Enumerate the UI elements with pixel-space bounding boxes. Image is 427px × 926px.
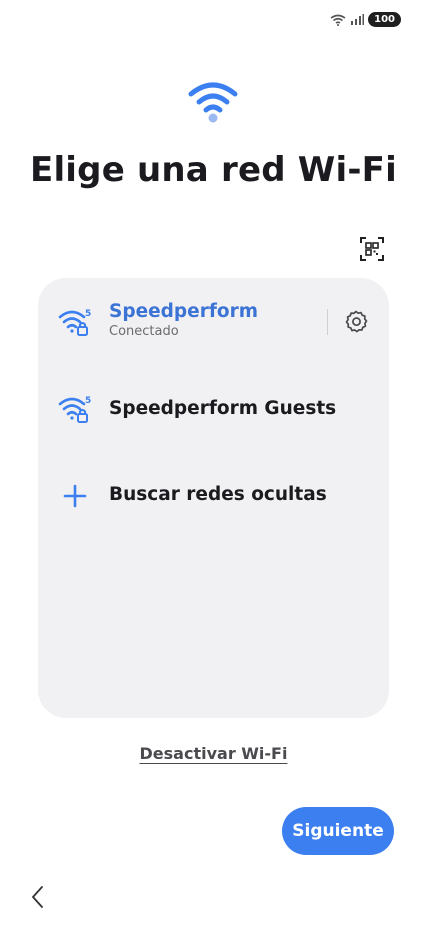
wifi-5ghz-locked-icon: 5 bbox=[58, 309, 91, 336]
network-name: Speedperform Guests bbox=[109, 398, 337, 419]
status-bar: 100 bbox=[330, 12, 401, 27]
network-text: Speedperform Conectado bbox=[109, 301, 258, 339]
hidden-networks-text: Buscar redes ocultas bbox=[109, 484, 327, 505]
network-settings-button[interactable] bbox=[341, 307, 371, 337]
status-wifi-icon bbox=[330, 14, 346, 26]
hidden-networks-label: Buscar redes ocultas bbox=[109, 484, 327, 505]
svg-text:5: 5 bbox=[85, 396, 91, 406]
hidden-networks-item[interactable]: Buscar redes ocultas bbox=[38, 468, 389, 524]
next-button[interactable]: Siguiente bbox=[282, 807, 394, 855]
wifi-icon bbox=[188, 82, 238, 123]
plus-icon bbox=[63, 484, 87, 508]
svg-text:5: 5 bbox=[85, 309, 91, 319]
disable-wifi-link[interactable]: Desactivar Wi-Fi bbox=[0, 744, 427, 763]
qr-scan-button[interactable] bbox=[356, 233, 388, 265]
network-item-speedperform[interactable]: 5 Speedperform Conectado bbox=[38, 278, 389, 366]
gear-icon bbox=[345, 310, 368, 333]
signal-icon bbox=[351, 14, 365, 25]
network-name: Speedperform bbox=[109, 301, 258, 322]
qr-code-icon bbox=[360, 237, 384, 261]
network-text: Speedperform Guests bbox=[109, 398, 336, 419]
wifi-setup-screen: 100 Elige una red Wi-Fi 5 Speedperform C… bbox=[0, 0, 427, 926]
battery-indicator: 100 bbox=[368, 12, 401, 27]
page-title: Elige una red Wi-Fi bbox=[30, 150, 397, 190]
network-list-card: 5 Speedperform Conectado 5 Speedperform … bbox=[38, 278, 389, 718]
network-item-speedperform-guests[interactable]: 5 Speedperform Guests bbox=[38, 378, 389, 440]
wifi-5ghz-locked-icon: 5 bbox=[58, 396, 91, 423]
chevron-left-icon[interactable] bbox=[26, 883, 52, 911]
divider bbox=[327, 309, 328, 335]
network-status: Conectado bbox=[109, 324, 179, 339]
